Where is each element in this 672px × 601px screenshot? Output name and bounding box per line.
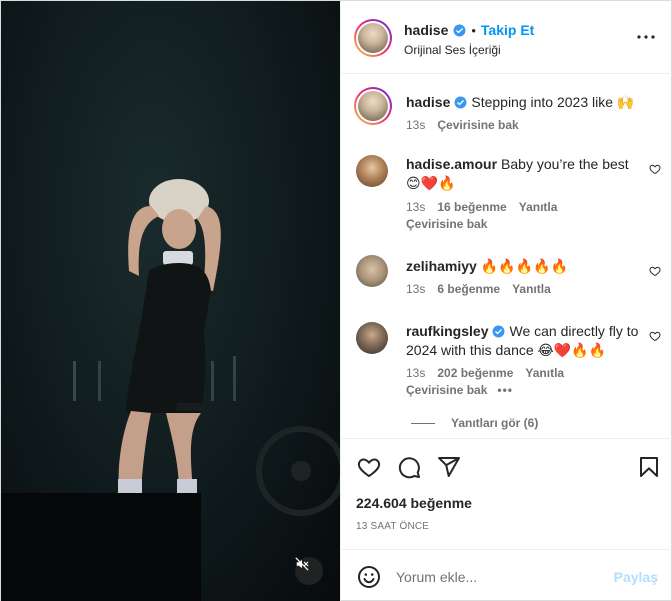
add-comment-bar: Paylaş: [341, 549, 672, 601]
comment-username[interactable]: hadise.amour: [406, 156, 497, 172]
caption-text: Stepping into 2023 like 🙌: [471, 94, 635, 110]
verified-badge-icon: [453, 24, 466, 36]
comment-username[interactable]: raufkingsley: [406, 323, 488, 339]
post-side-panel: hadise • Takip Et Orijinal Ses İçeriği h…: [340, 1, 672, 601]
post-header: hadise • Takip Et Orijinal Ses İçeriği: [341, 1, 672, 74]
mute-button[interactable]: [295, 557, 323, 585]
heart-icon[interactable]: [649, 265, 661, 277]
post-actions: 224.604 beğenme 13 SAAT ÖNCE: [341, 438, 672, 553]
heart-icon[interactable]: [357, 455, 381, 479]
bookmark-icon[interactable]: [637, 455, 661, 479]
comment-options-button[interactable]: •••: [497, 383, 513, 397]
more-horizontal-icon[interactable]: [636, 29, 656, 45]
performer-image: [1, 179, 340, 601]
replies-divider: [411, 422, 435, 424]
caption-translate-button[interactable]: Çevirisine bak: [437, 118, 518, 132]
caption-time[interactable]: 13s: [406, 118, 425, 132]
verified-badge-icon: [493, 325, 505, 338]
view-replies-button[interactable]: Yanıtları gör (6): [411, 416, 538, 430]
send-icon[interactable]: [437, 455, 461, 479]
reply-button[interactable]: Yanıtla: [519, 200, 558, 214]
muted-speaker-icon: [295, 557, 309, 571]
commenter-avatar[interactable]: [356, 155, 388, 187]
comment-time[interactable]: 13s: [406, 282, 425, 296]
author-avatar[interactable]: [354, 19, 392, 57]
author-username[interactable]: hadise: [404, 22, 448, 38]
audio-label[interactable]: Orijinal Ses İçeriği: [404, 43, 501, 57]
comment-icon[interactable]: [397, 455, 421, 479]
post-timestamp[interactable]: 13 SAAT ÖNCE: [356, 521, 429, 532]
commenter-avatar[interactable]: [356, 322, 388, 354]
follow-button[interactable]: Takip Et: [481, 22, 534, 38]
commenter-avatar[interactable]: [356, 255, 388, 287]
comment-likes[interactable]: 6 beğenme: [437, 282, 500, 296]
post-video[interactable]: [1, 1, 340, 601]
header-separator: •: [471, 22, 476, 38]
post-comment-button[interactable]: Paylaş: [614, 569, 658, 585]
caption-avatar[interactable]: [354, 87, 392, 125]
reply-button[interactable]: Yanıtla: [525, 366, 564, 380]
caption-username[interactable]: hadise: [406, 94, 450, 110]
like-count[interactable]: 224.604 beğenme: [356, 495, 472, 511]
view-replies-label: Yanıtları gör (6): [451, 416, 539, 430]
instagram-post: hadise • Takip Et Orijinal Ses İçeriği h…: [0, 0, 672, 601]
comment-text: 🔥🔥🔥🔥🔥: [480, 258, 568, 274]
emoji-icon[interactable]: [357, 565, 381, 589]
comments-section: hadise Stepping into 2023 like 🙌 13s Çevi…: [341, 75, 672, 437]
comment-likes[interactable]: 16 beğenme: [437, 200, 506, 214]
heart-icon[interactable]: [649, 163, 661, 175]
comment-username[interactable]: zelihamiyy: [406, 258, 477, 274]
comment-translate-button[interactable]: Çevirisine bak: [406, 383, 487, 397]
comment-time[interactable]: 13s: [406, 366, 425, 380]
comment-translate-button[interactable]: Çevirisine bak: [406, 217, 487, 231]
comment-input[interactable]: [396, 565, 606, 589]
comment-time[interactable]: 13s: [406, 200, 425, 214]
heart-icon[interactable]: [649, 330, 661, 342]
reply-button[interactable]: Yanıtla: [512, 282, 551, 296]
comment-likes[interactable]: 202 beğenme: [437, 366, 513, 380]
verified-badge-icon: [454, 96, 467, 109]
